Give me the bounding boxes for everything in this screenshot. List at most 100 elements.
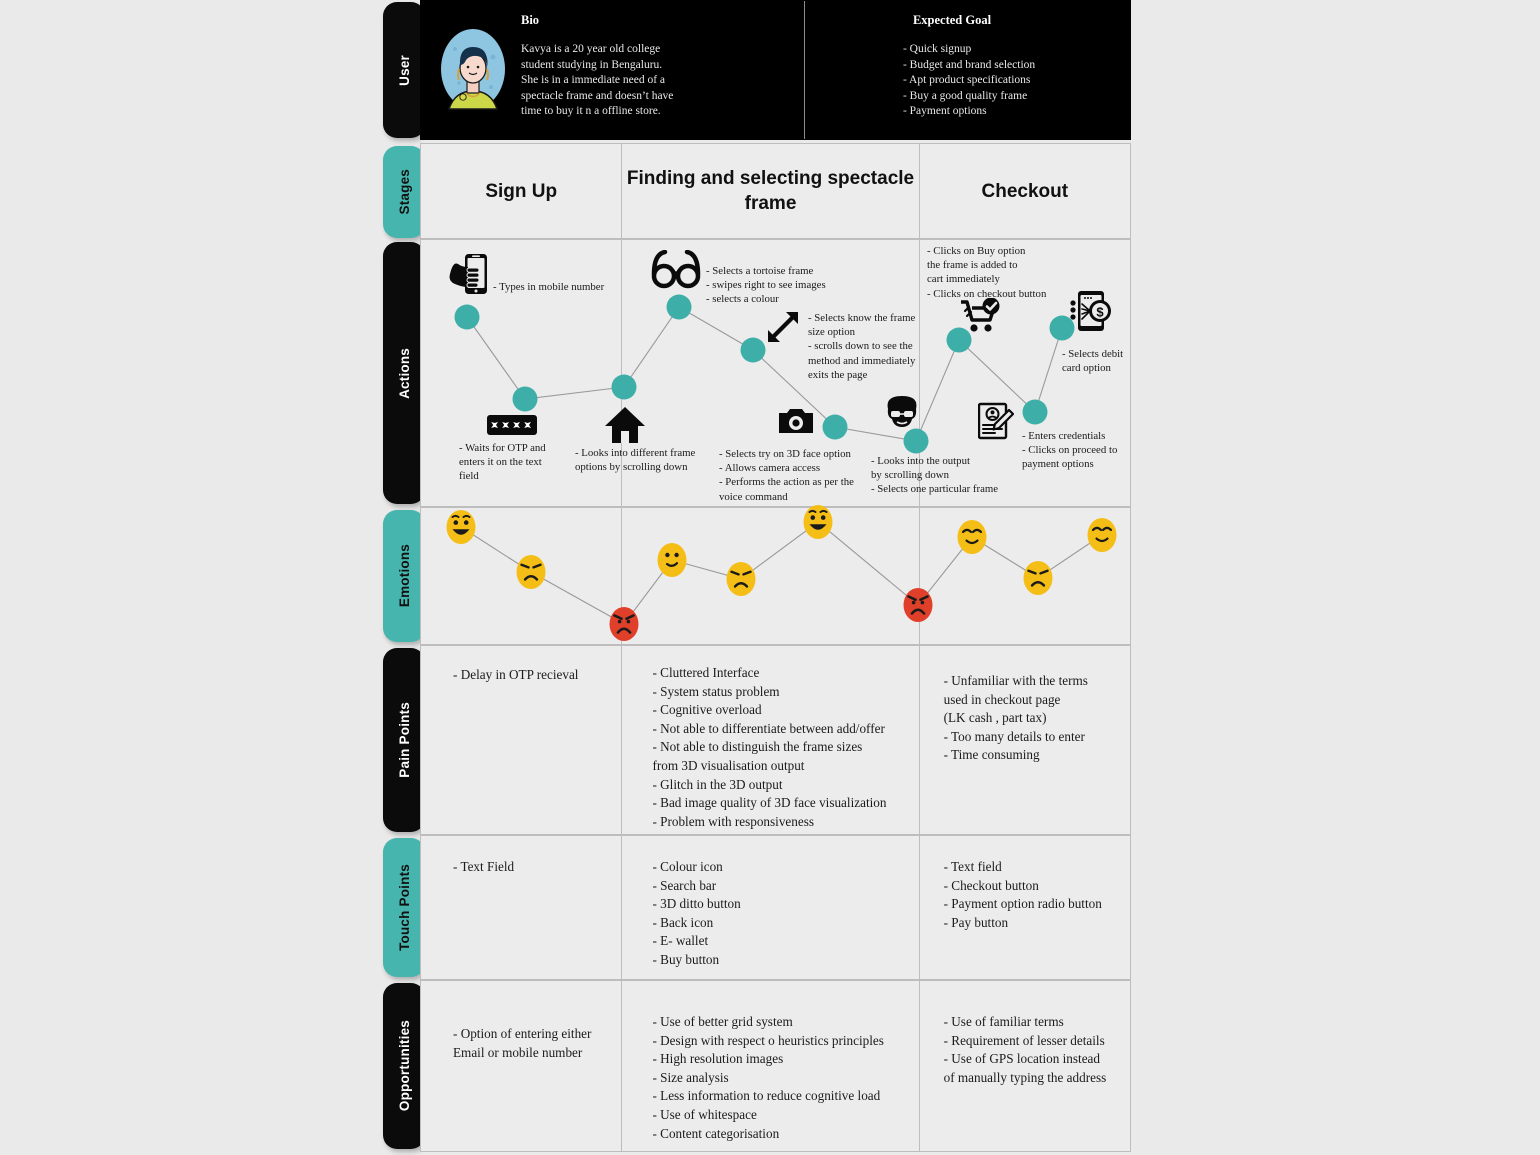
rail-label-stages: Stages — [396, 169, 412, 215]
opps-item: - Option of entering either Email or mob… — [453, 1026, 592, 1060]
pain-item: - Unfamiliar with the terms used in chec… — [943, 673, 1088, 726]
touch-list-finding: - Colour icon - Search bar - 3D ditto bu… — [652, 858, 908, 970]
action-annotation-types-mobile-number: - Types in mobile number — [493, 281, 605, 293]
credentials-icon — [977, 402, 1015, 445]
opportunities-row: - Option of entering either Email or mob… — [420, 980, 1131, 1152]
rail-tab-pain-points[interactable]: Pain Points — [383, 648, 425, 832]
pain-list-signup: - Delay in OTP recieval — [453, 666, 611, 685]
stage-label-finding: Finding and selecting spectacle frame — [626, 168, 915, 214]
bio-title: Bio — [521, 13, 540, 27]
pain-item: - System status problem — [652, 683, 780, 699]
opps-item: - Use of familiar terms — [943, 1014, 1064, 1029]
opps-item: - Content categorisation — [652, 1125, 780, 1141]
opps-item: - Use of whitespace — [652, 1106, 757, 1122]
goal-item: - Buy a good quality frame — [902, 89, 1028, 102]
camera-icon — [779, 407, 813, 440]
expected-goal-list: - Quick signup - Budget and brand select… — [903, 42, 1130, 120]
hand-phone-icon — [447, 252, 493, 305]
action-annotation-clicks-buy-option: - Clicks on Buy option the frame is adde… — [927, 245, 1047, 300]
opps-cell-finding: - Use of better grid system - Design wit… — [622, 981, 920, 1151]
stage-cell-checkout: Checkout — [920, 144, 1130, 238]
face-3d-icon — [884, 395, 920, 434]
action-annotation-frame-size-option: - Selects know the frame size option - s… — [808, 312, 916, 381]
user-row: Bio Kavya is a 20 year old college stude… — [420, 0, 1131, 140]
pain-cell-finding: - Cluttered Interface - System status pr… — [622, 646, 920, 834]
opps-item: - Less information to reduce cognitive l… — [652, 1088, 881, 1104]
stage-label-signup: Sign Up — [485, 180, 558, 202]
pain-list-finding: - Cluttered Interface - System status pr… — [652, 664, 908, 831]
stage-cell-finding: Finding and selecting spectacle frame — [622, 144, 920, 238]
pain-item: - Problem with responsiveness — [652, 813, 814, 829]
stage-label-checkout: Checkout — [981, 180, 1069, 202]
pain-item: - Not able to distinguish the frame size… — [652, 739, 863, 773]
opps-list-checkout: - Use of familiar terms - Requirement of… — [944, 1013, 1120, 1087]
opps-item: - Design with respect o heuristics princ… — [652, 1032, 884, 1048]
touch-item: - E- wallet — [652, 933, 709, 949]
rail-tab-stages[interactable]: Stages — [383, 146, 425, 238]
rail-tab-actions[interactable]: Actions — [383, 242, 425, 504]
touch-item: - Buy button — [652, 951, 720, 967]
pain-points-row: - Delay in OTP recieval - Cluttered Inte… — [420, 645, 1131, 835]
touch-item: - Colour icon — [652, 859, 723, 874]
pain-item: - Delay in OTP recieval — [453, 667, 579, 682]
pain-cell-signup: - Delay in OTP recieval — [421, 646, 623, 834]
goal-item: - Payment options — [902, 105, 987, 117]
touch-item: - Payment option radio button — [943, 896, 1102, 912]
rail-label-touch-points: Touch Points — [396, 864, 412, 951]
rail-tab-emotions[interactable]: Emotions — [383, 510, 425, 642]
opps-list-finding: - Use of better grid system - Design wit… — [652, 1013, 908, 1143]
rail-label-user: User — [396, 54, 412, 86]
resize-arrow-icon — [766, 310, 800, 349]
bio-text: Kavya is a 20 year old college student s… — [521, 43, 674, 117]
touch-item: - Back icon — [652, 914, 714, 930]
opps-item: - Use of better grid system — [652, 1014, 793, 1029]
action-annotation-selects-tortoise: - Selects a tortoise frame - swipes righ… — [706, 265, 826, 306]
rail-label-actions: Actions — [396, 347, 412, 399]
rail-tab-touch-points[interactable]: Touch Points — [383, 838, 425, 977]
touch-list-checkout: - Text field - Checkout button - Payment… — [944, 858, 1120, 932]
otp-dots-icon — [487, 415, 537, 440]
pain-item: - Bad image quality of 3D face visualiza… — [652, 795, 887, 811]
home-icon — [604, 405, 646, 450]
user-bio-panel: Bio Kavya is a 20 year old college stude… — [421, 1, 805, 139]
emotions-cell-finding — [622, 508, 920, 644]
pain-list-checkout: - Unfamiliar with the terms used in chec… — [944, 672, 1120, 765]
touch-item: - Text field — [943, 859, 1002, 874]
touch-points-row: - Text Field - Colour icon - Search bar … — [420, 835, 1131, 980]
action-annotation-looks-frame-options: - Looks into different frame options by … — [575, 447, 696, 474]
svg-text:$: $ — [1096, 305, 1104, 320]
stage-cell-signup: Sign Up — [421, 144, 623, 238]
rail-tab-opportunities[interactable]: Opportunities — [383, 983, 425, 1149]
opps-cell-checkout: - Use of familiar terms - Requirement of… — [920, 981, 1130, 1151]
goal-item: - Quick signup — [902, 43, 972, 55]
touch-item: - 3D ditto button — [652, 896, 741, 912]
emotions-cell-checkout — [920, 508, 1130, 644]
avatar — [439, 27, 507, 111]
expected-goal-panel: Expected Goal - Quick signup - Budget an… — [805, 1, 1130, 139]
touch-item: - Pay button — [943, 914, 1009, 930]
goal-item: - Budget and brand selection — [902, 58, 1036, 71]
action-annotation-waits-for-otp: - Waits for OTP and enters it on the tex… — [459, 442, 546, 483]
pain-item: - Time consuming — [943, 747, 1040, 763]
opps-cell-signup: - Option of entering either Email or mob… — [421, 981, 623, 1151]
rail-label-opportunities: Opportunities — [396, 1020, 412, 1112]
rail-tab-user[interactable]: User — [383, 2, 425, 138]
touch-cell-signup: - Text Field — [421, 836, 623, 979]
pain-item: - Glitch in the 3D output — [652, 776, 783, 792]
touch-item: - Search bar — [652, 877, 717, 893]
opps-list-signup: - Option of entering either Email or mob… — [453, 1025, 611, 1062]
action-annotation-selects-debit-card: - Selects debit card option — [1062, 348, 1124, 375]
touch-item: - Checkout button — [943, 877, 1039, 893]
pain-cell-checkout: - Unfamiliar with the terms used in chec… — [920, 646, 1130, 834]
opps-item: - High resolution images — [652, 1051, 784, 1067]
action-annotation-enters-credentials: - Enters credentials - Clicks on proceed… — [1022, 430, 1118, 471]
pain-item: - Too many details to enter — [943, 728, 1085, 744]
expected-goal-title: Expected Goal — [912, 13, 992, 27]
touch-cell-checkout: - Text field - Checkout button - Payment… — [920, 836, 1130, 979]
touch-cell-finding: - Colour icon - Search bar - 3D ditto bu… — [622, 836, 920, 979]
touch-item: - Text Field — [453, 859, 515, 874]
rail-label-pain-points: Pain Points — [396, 702, 412, 778]
pain-item: - Cognitive overload — [652, 702, 762, 718]
action-annotation-looks-into-output: - Looks into the output by scrolling dow… — [871, 455, 999, 496]
emotions-row — [420, 507, 1131, 645]
